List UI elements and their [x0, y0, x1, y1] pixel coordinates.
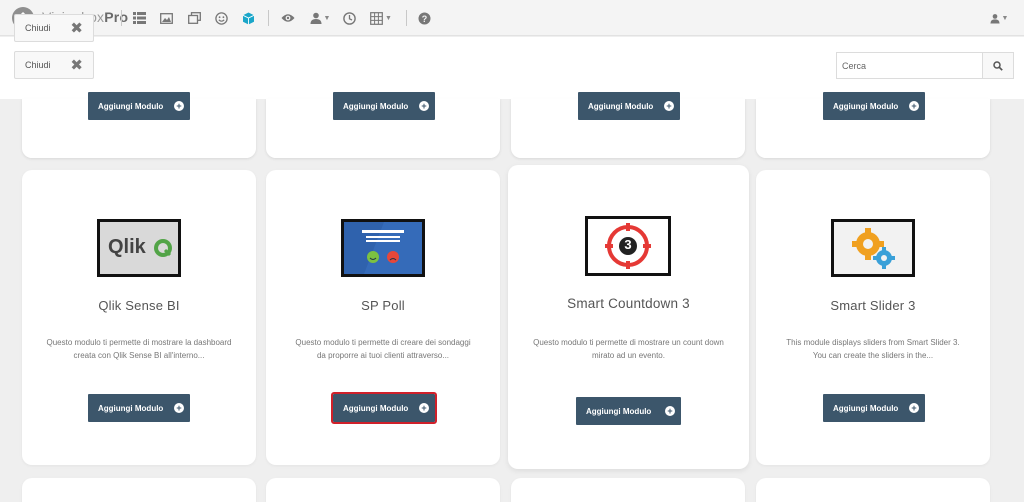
svg-text:?: ?: [421, 14, 427, 24]
close-button[interactable]: Chiudi ✖: [14, 14, 94, 42]
close-icon[interactable]: ✖: [70, 19, 83, 37]
module-card: [756, 478, 990, 502]
add-module-button[interactable]: Aggiungi Modulo+: [576, 397, 681, 425]
close-icon[interactable]: ✖: [70, 56, 83, 74]
close-label: Chiudi: [25, 60, 51, 70]
search-button[interactable]: [982, 52, 1014, 79]
user-icon[interactable]: ▼: [307, 9, 333, 27]
close-button[interactable]: Chiudi ✖: [14, 51, 94, 79]
countdown-number: 3: [624, 237, 632, 252]
module-title: SP Poll: [361, 298, 405, 313]
add-module-button[interactable]: Aggiungi Modulo+: [823, 394, 925, 422]
module-card: Aggiungi Modulo+: [22, 92, 256, 158]
countdown-thumbnail: 3: [585, 216, 671, 276]
close-label: Chiudi: [25, 23, 51, 33]
module-card: Aggiungi Modulo+: [511, 92, 745, 158]
qlik-logo-icon: [154, 239, 172, 257]
add-module-button[interactable]: Aggiungi Modulo+: [578, 92, 680, 120]
module-description: Questo modulo ti permette di creare dei …: [295, 338, 471, 360]
module-description: This module displays sliders from Smart …: [786, 338, 960, 360]
clock-icon[interactable]: [340, 9, 358, 27]
smiley-icon[interactable]: [212, 9, 230, 27]
module-card-smart-slider-3: Smart Slider 3 This module displays slid…: [756, 170, 990, 465]
add-module-button[interactable]: Aggiungi Modulo+: [88, 92, 190, 120]
add-module-button[interactable]: Aggiungi Modulo+: [333, 92, 435, 120]
add-module-button[interactable]: Aggiungi Modulo+: [88, 394, 190, 422]
search-input[interactable]: [836, 52, 982, 79]
toolbar-divider: [121, 10, 122, 26]
account-menu-icon[interactable]: ▼: [986, 9, 1012, 27]
module-title: Smart Slider 3: [830, 298, 916, 313]
module-card-qlik-sense-bi: Qlik Qlik Sense BI Questo modulo ti perm…: [22, 170, 256, 465]
sp-poll-thumbnail: [341, 219, 425, 277]
grid-icon[interactable]: ▼: [368, 9, 394, 27]
qlik-logo-text: Qlik: [108, 236, 146, 258]
image-icon[interactable]: [157, 9, 175, 27]
list-icon[interactable]: [130, 9, 148, 27]
slider-thumbnail: [831, 219, 915, 277]
module-card: [22, 478, 256, 502]
copy-icon[interactable]: [185, 9, 203, 27]
module-description: Questo modulo ti permette di mostrare un…: [533, 338, 724, 360]
module-card: [511, 478, 745, 502]
qlik-thumbnail: Qlik: [97, 219, 181, 277]
add-module-button-highlighted[interactable]: Aggiungi Modulo +: [331, 392, 437, 424]
add-module-button[interactable]: Aggiungi Modulo+: [823, 92, 925, 120]
module-card-smart-countdown-3: 3 Smart Countdown 3 Questo modulo ti per…: [508, 165, 749, 469]
toolbar-divider: [268, 10, 269, 26]
search-icon: [993, 60, 1003, 71]
cards-row-partial: Aggiungi Modulo + Aggiungi Modulo + Aggiun…: [0, 92, 1024, 169]
module-title: Qlik Sense BI: [98, 298, 180, 313]
module-card: Aggiungi Modulo+: [756, 92, 990, 158]
module-card: Aggiungi Modulo+: [266, 92, 500, 158]
module-card: [266, 478, 500, 502]
module-description: Questo modulo ti permette di mostrare la…: [46, 338, 232, 360]
top-navbar: VisionboxPro ▼ ▼ ? ▼: [0, 0, 1024, 36]
module-title: Smart Countdown 3: [567, 296, 690, 311]
eye-icon[interactable]: [279, 9, 297, 27]
cube-icon[interactable]: [239, 9, 257, 27]
help-icon[interactable]: ?: [415, 9, 433, 27]
toolbar-divider: [406, 10, 407, 26]
module-card-sp-poll: SP Poll Questo modulo ti permette di cre…: [266, 170, 500, 465]
